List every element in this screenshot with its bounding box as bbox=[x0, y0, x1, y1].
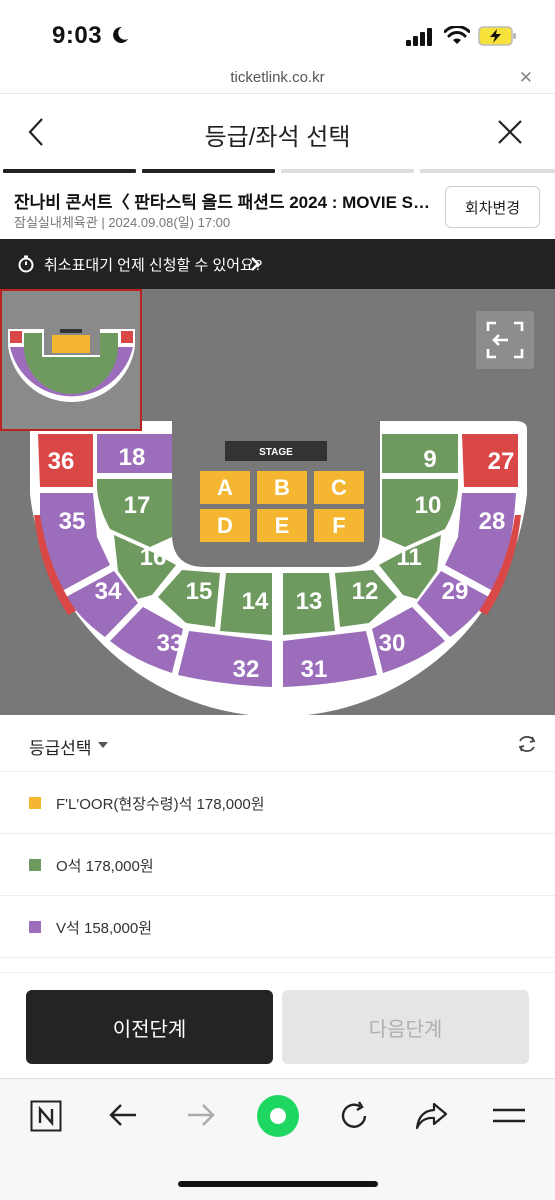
close-icon[interactable]: ✕ bbox=[519, 68, 533, 88]
event-info: 잔나비 콘서트〈 판타스틱 올드 패션드 2024 : MOVIE STAR 〉… bbox=[0, 176, 555, 238]
moon-icon bbox=[113, 26, 128, 43]
event-venue-date: 잠실실내체육관 | 2024.09.08(일) 17:00 bbox=[14, 215, 231, 230]
naver-home-icon[interactable] bbox=[30, 1100, 62, 1132]
back-arrow-icon[interactable] bbox=[108, 1102, 138, 1128]
change-session-button[interactable]: 회차변경 bbox=[445, 186, 540, 228]
grade-item-floor[interactable]: F'L'OOR(현장수령)석 178,000원 bbox=[0, 772, 555, 834]
label-12: 12 bbox=[352, 578, 379, 605]
home-indicator bbox=[178, 1181, 378, 1187]
share-icon[interactable] bbox=[414, 1101, 448, 1131]
label-18: 18 bbox=[119, 444, 146, 471]
label-30: 30 bbox=[379, 630, 406, 657]
label-28: 28 bbox=[479, 508, 506, 535]
label-10: 10 bbox=[415, 492, 442, 519]
signal-icon bbox=[406, 28, 432, 46]
grade-selector[interactable]: 등급선택 bbox=[0, 715, 555, 772]
status-time: 9:03 bbox=[52, 22, 103, 49]
grade-label: V석 158,000원 bbox=[56, 920, 152, 937]
grade-swatch bbox=[29, 797, 41, 809]
caret-down-icon bbox=[98, 742, 108, 748]
prev-step-button[interactable]: 이전단계 bbox=[26, 990, 273, 1064]
label-13: 13 bbox=[296, 588, 323, 615]
minimap[interactable] bbox=[0, 289, 142, 431]
floor-label-e: E bbox=[275, 513, 290, 538]
label-11: 11 bbox=[396, 544, 421, 571]
label-31: 31 bbox=[301, 656, 328, 683]
grade-item-o[interactable]: O석 178,000원 bbox=[0, 834, 555, 896]
menu-icon[interactable] bbox=[493, 1106, 525, 1126]
step-2 bbox=[142, 169, 275, 173]
step-progress bbox=[0, 169, 555, 174]
step-3 bbox=[281, 169, 414, 173]
label-29: 29 bbox=[442, 578, 469, 605]
browser-toolbar bbox=[0, 1078, 555, 1200]
page-header: 등급/좌석 선택 bbox=[0, 95, 555, 169]
grade-swatch bbox=[29, 859, 41, 871]
step-4 bbox=[420, 169, 555, 173]
label-14: 14 bbox=[242, 588, 269, 615]
next-step-button[interactable]: 다음단계 bbox=[282, 990, 529, 1064]
label-34: 34 bbox=[95, 578, 122, 605]
timer-icon bbox=[18, 255, 34, 273]
section-9 bbox=[382, 434, 458, 473]
wifi-icon bbox=[444, 26, 470, 44]
floor-blocks: A B C D E F bbox=[200, 471, 364, 542]
grade-list: F'L'OOR(현장수령)석 178,000원 O석 178,000원 V석 1… bbox=[0, 772, 555, 958]
battery-icon bbox=[478, 26, 516, 46]
stage-label: STAGE bbox=[259, 447, 293, 458]
grade-label: O석 178,000원 bbox=[56, 858, 154, 875]
notice-text: 취소표대기 언제 신청할 수 있어요? bbox=[44, 257, 263, 274]
label-16: 16 bbox=[140, 544, 167, 571]
label-9: 9 bbox=[423, 446, 436, 473]
action-buttons: 이전단계 다음단계 bbox=[0, 972, 555, 1078]
url-bar: ticketlink.co.kr ✕ bbox=[0, 66, 555, 94]
floor-label-a: A bbox=[217, 475, 233, 500]
refresh-icon[interactable] bbox=[516, 733, 538, 755]
label-33: 33 bbox=[157, 630, 184, 657]
label-32: 32 bbox=[233, 656, 260, 683]
step-1 bbox=[3, 169, 136, 173]
minimap-svg bbox=[8, 329, 135, 403]
label-17: 17 bbox=[124, 492, 151, 519]
grade-item-v[interactable]: V석 158,000원 bbox=[0, 896, 555, 958]
waitlist-notice[interactable]: 취소표대기 언제 신청할 수 있어요? bbox=[0, 239, 555, 289]
label-27: 27 bbox=[488, 448, 515, 475]
label-15: 15 bbox=[186, 578, 213, 605]
label-36: 36 bbox=[48, 448, 75, 475]
floor-label-d: D bbox=[217, 513, 233, 538]
grade-label: F'L'OOR(현장수령)석 178,000원 bbox=[56, 796, 265, 813]
fullscreen-icon bbox=[486, 321, 524, 359]
forward-arrow-icon[interactable] bbox=[186, 1102, 216, 1128]
grade-swatch bbox=[29, 921, 41, 933]
floor-label-b: B bbox=[274, 475, 290, 500]
seat-map[interactable]: STAGE A B C D E F 36 18 17 16 15 14 13 1… bbox=[0, 289, 555, 715]
floor-label-f: F bbox=[332, 513, 345, 538]
green-dot-icon[interactable] bbox=[256, 1094, 300, 1138]
label-35: 35 bbox=[59, 508, 86, 535]
fullscreen-toggle-button[interactable] bbox=[476, 311, 534, 369]
url-text: ticketlink.co.kr bbox=[230, 69, 325, 86]
grade-selector-title: 등급선택 bbox=[29, 739, 92, 758]
reload-icon[interactable] bbox=[338, 1100, 370, 1132]
chevron-right-icon bbox=[251, 257, 260, 271]
close-button[interactable] bbox=[495, 117, 525, 147]
page-title: 등급/좌석 선택 bbox=[204, 124, 351, 151]
event-title: 잔나비 콘서트〈 판타스틱 올드 패션드 2024 : MOVIE STAR 〉 bbox=[14, 193, 434, 212]
floor-label-c: C bbox=[331, 475, 347, 500]
status-bar: 9:03 bbox=[0, 0, 555, 66]
